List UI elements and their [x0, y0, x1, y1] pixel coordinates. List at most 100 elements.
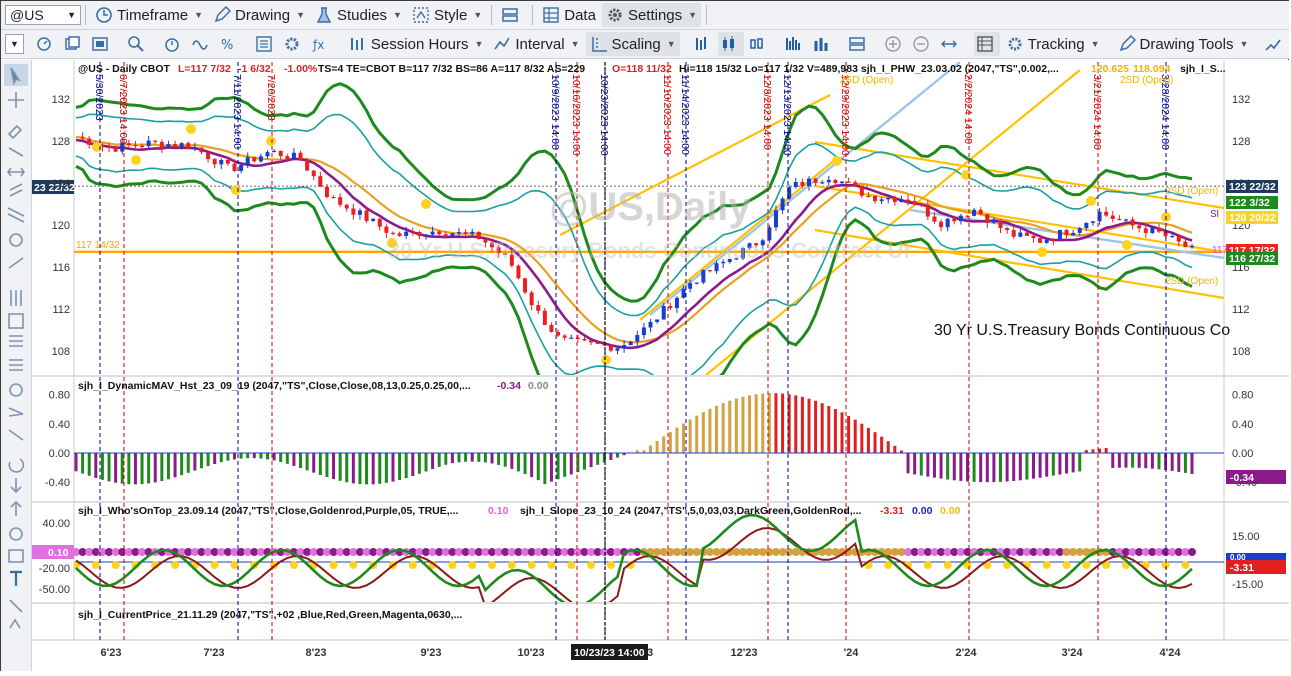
candle-body [985, 214, 990, 223]
candle-body [443, 234, 448, 236]
candle-body [1057, 229, 1062, 240]
slope-dot [1042, 561, 1051, 569]
candle-body [556, 331, 561, 336]
candle-body [694, 282, 699, 284]
time-axis-label: 8'23 [306, 647, 327, 659]
candle-body [780, 198, 785, 211]
candle-body [1123, 219, 1128, 221]
price-tick-left: 116 [52, 262, 70, 274]
status-last: L=117 7/32 [178, 63, 231, 75]
slope-dot [943, 561, 952, 569]
slope-dot [448, 561, 457, 569]
candle-body [892, 197, 897, 203]
candle-body [410, 231, 415, 233]
candle-body [602, 343, 607, 346]
candle-body [212, 159, 217, 165]
candle-body [516, 265, 521, 279]
candle-body [390, 232, 395, 235]
status-val1: 120.625 [1091, 63, 1129, 75]
candle-body [225, 159, 230, 164]
candle-body [331, 197, 336, 199]
candle-body [1011, 230, 1016, 237]
candle-body [470, 231, 475, 234]
candle-body [549, 324, 554, 332]
oscillator-tick-left: -50.00 [39, 584, 70, 596]
candle-body [873, 195, 878, 202]
slope-dot [91, 561, 100, 569]
slope-dot [408, 561, 417, 569]
symbol-watermark: @US,Daily [549, 185, 751, 229]
candle-body [324, 186, 329, 198]
oscillator-tick-right: 15.00 [1232, 531, 1260, 543]
std-dev-label: 2SD (Open) [840, 75, 893, 86]
pivot-dot [1086, 196, 1096, 206]
histogram-tick-right: 0.80 [1232, 390, 1253, 402]
event-marker-label: 12/13/2023 14:00 [781, 74, 793, 156]
time-axis-label: '24 [844, 647, 860, 659]
status-change: -1 6/32 [238, 63, 271, 75]
candle-body [589, 340, 594, 343]
candle-body [674, 297, 679, 309]
candle-body [272, 150, 277, 153]
status-change-pct: -1.00% [284, 63, 318, 75]
candle-body [1183, 241, 1188, 248]
candle-body [1031, 235, 1036, 239]
slope-dot [1082, 561, 1091, 569]
event-marker-label: 11/10/2023 14:00 [661, 74, 673, 155]
time-axis-label: 6'23 [101, 647, 122, 659]
candle-body [866, 195, 871, 197]
candle-body [608, 345, 613, 351]
candle-body [1084, 222, 1089, 229]
candle-body [179, 143, 184, 147]
description-watermark: 30 Yr U.S.Treasury Bonds Continuous Cont… [388, 238, 912, 263]
price-tick-left: 132 [52, 94, 70, 106]
slope-dot [587, 561, 596, 569]
candle-body [536, 305, 541, 311]
chart-area[interactable]: 5/30/2023 6/7/2023 14:00 7/11/2023 14:00 7/… [0, 0, 1291, 673]
candle-body [714, 263, 719, 272]
event-marker-label: 7/11/2023 14:00 [231, 74, 243, 149]
oscillator-tick-left: 40.00 [42, 518, 70, 530]
price-tick-left: 108 [52, 346, 70, 358]
price-tick-right: 132 [1232, 94, 1250, 106]
candle-body [833, 179, 838, 184]
pivot-dot [421, 199, 431, 209]
slope-dot [507, 561, 516, 569]
right-price-badge-text: 122 3/32 [1229, 197, 1270, 209]
std-dev-label: 2SD (Open) [1165, 276, 1218, 287]
status-quote: TS=4 TE=CBOT B=117 7/32 BS=86 A=117 8/32… [318, 63, 585, 75]
candle-body [840, 181, 845, 184]
event-marker-label: 10/23/2023 14:00 [598, 74, 610, 156]
histogram-tick-left: 0.80 [49, 390, 70, 402]
candle-body [575, 337, 580, 339]
candle-body [542, 310, 547, 325]
event-marker-label: 12/29/2023 14:00 [839, 74, 851, 156]
status-more: sjh_I_S... [1180, 63, 1226, 75]
pivot-dot [231, 185, 241, 195]
candle-body [344, 204, 349, 209]
candle-body [1143, 228, 1148, 234]
histogram-tick-right: 0.00 [1232, 448, 1253, 460]
candle-body [1018, 232, 1023, 237]
slope-dot [923, 561, 932, 569]
whos-on-top-dot [1188, 548, 1196, 556]
time-axis-label: 9'23 [421, 647, 442, 659]
histogram-tick-left: -0.40 [45, 477, 70, 489]
status-symbol: @US - Daily CBOT [78, 63, 171, 75]
candle-body [338, 197, 343, 205]
candle-body [113, 147, 118, 152]
candle-body [1156, 227, 1161, 232]
candle-body [582, 338, 587, 341]
candle-body [357, 210, 362, 215]
candle-body [417, 231, 422, 237]
slope-dot [329, 561, 338, 569]
candle-body [688, 283, 693, 289]
candle-body [80, 136, 85, 139]
candle-body [1104, 211, 1109, 216]
slope-dot [230, 561, 239, 569]
price-tick-left: 128 [52, 136, 70, 148]
candle-body [457, 232, 462, 234]
candle-body [199, 147, 204, 153]
event-marker-label: 10/16/2023 14:00 [570, 74, 582, 156]
pivot-dot [832, 156, 842, 166]
